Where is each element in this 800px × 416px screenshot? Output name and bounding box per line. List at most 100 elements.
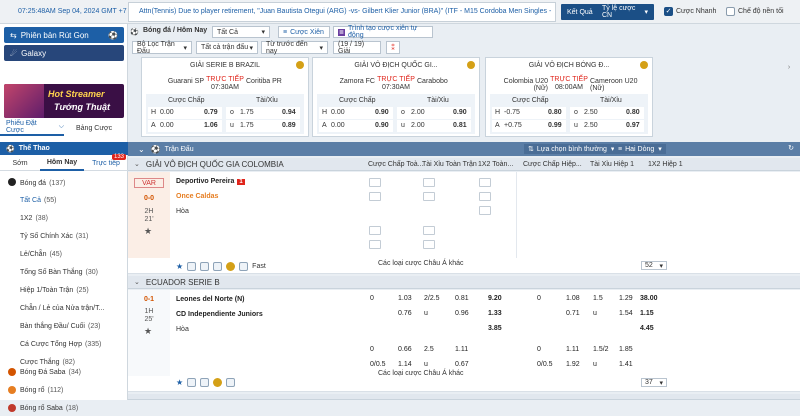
all-select[interactable]: Tất Cả ▾: [212, 26, 270, 38]
time-range-select[interactable]: Từ trước đến nay ▾: [261, 41, 328, 55]
favorite-filter-icon[interactable]: ⁑: [386, 41, 400, 54]
sport-item[interactable]: Bóng rổ Saba (18): [0, 400, 128, 416]
tv-icon[interactable]: [200, 378, 210, 387]
more-markets-link[interactable]: Các loại cược Châu Á khác: [378, 370, 464, 377]
announcement-marquee[interactable]: Attn(Tennis) Due to player retirement, "…: [128, 2, 556, 22]
odds-cell[interactable]: 1.11: [455, 346, 468, 353]
odds-cell[interactable]: u: [593, 310, 597, 317]
more-count-select[interactable]: 37 ▾: [641, 378, 667, 387]
odds-cell[interactable]: 2/2.5: [424, 295, 440, 302]
sport-item[interactable]: Bóng Đá Saba (34): [0, 364, 128, 380]
market-item[interactable]: Tất Cả (55): [0, 192, 128, 208]
odds-cell[interactable]: 1.92: [566, 361, 580, 368]
more-count-select[interactable]: 52 ▾: [641, 261, 667, 270]
tab-early[interactable]: Sớm: [0, 160, 40, 167]
fast-label[interactable]: Fast: [252, 263, 266, 270]
chevron-down-icon[interactable]: ⌄: [134, 278, 140, 286]
chevron-down-icon[interactable]: ⌄: [134, 160, 140, 168]
night-mode-checkbox[interactable]: [726, 7, 735, 16]
odds-cell[interactable]: 1.41: [619, 361, 633, 368]
auto-parlay-button[interactable]: ≣ Trình tạo cược xiên tự động: [333, 25, 433, 39]
market-item[interactable]: Lẻ/Chẵn (45): [0, 246, 128, 262]
market-item[interactable]: 1X2 (38): [0, 210, 128, 226]
stats-icon[interactable]: [187, 262, 197, 271]
featured-match-card[interactable]: GIẢI SERIE B BRAZIL Guarani SP TRỰC TIẾP…: [141, 57, 309, 137]
star-icon[interactable]: ★: [144, 326, 152, 337]
odds-cell[interactable]: 0: [370, 295, 374, 302]
odds-cell[interactable]: 0: [537, 346, 541, 353]
tab-bet-board[interactable]: Bảng Cược: [64, 120, 128, 136]
featured-match-card[interactable]: GIẢI VÔ ĐỊCH BÓNG Đ... Colombia U20 (Nữ)…: [485, 57, 653, 137]
market-item[interactable]: Bàn thắng Đầu/ Cuối (23): [0, 318, 128, 334]
odds-cell[interactable]: 1.29: [619, 295, 633, 302]
market-item[interactable]: Hiệp 1/Toàn Trận (25): [0, 282, 128, 298]
odds-cell[interactable]: 4.45: [640, 325, 654, 332]
odds-cell[interactable]: 3.85: [488, 325, 502, 332]
market-item[interactable]: Tổng Số Bàn Thắng (30): [0, 264, 128, 280]
odds-cell[interactable]: 38.00: [640, 295, 658, 302]
odds-cell[interactable]: 9.20: [488, 295, 502, 302]
quick-bet-checkbox[interactable]: ✓: [664, 7, 673, 16]
league-header-colombia[interactable]: ⌄ GIẢI VÔ ĐỊCH QUỐC GIA COLOMBIA Cược Ch…: [128, 158, 800, 171]
promo-banner[interactable]: Hot Streamer Tướng Thuật: [4, 84, 124, 118]
odds-cell[interactable]: 1.5/2: [593, 346, 609, 353]
market-item[interactable]: Chẵn / Lẻ của Nửa trận/T...: [0, 300, 128, 316]
odds-cell[interactable]: 2.5: [424, 346, 434, 353]
odds-cell[interactable]: u: [424, 310, 428, 317]
odds-cell[interactable]: 0/0.5: [537, 361, 553, 368]
odds-cell[interactable]: 1.03: [398, 295, 412, 302]
odds-type-select[interactable]: Tỷ lệ cược CN ▾: [596, 4, 654, 20]
odds-cell[interactable]: u: [424, 361, 428, 368]
galaxy-banner[interactable]: ☄ Galaxy: [4, 45, 124, 61]
lightning-icon[interactable]: [226, 378, 236, 387]
odds-cell[interactable]: 0.67: [455, 361, 469, 368]
odds-cell[interactable]: 0/0.5: [370, 361, 386, 368]
league-count[interactable]: (19 / 19) Giải: [333, 41, 381, 55]
chevron-right-icon[interactable]: ›: [784, 62, 794, 72]
coin-icon[interactable]: [226, 262, 236, 271]
market-item[interactable]: Cá Cược Tổng Hợp (335): [0, 336, 128, 352]
odds-cell[interactable]: 1.15: [640, 310, 654, 317]
more-markets-link[interactable]: Các loại cược Châu Á khác: [378, 260, 464, 267]
odds-cell[interactable]: 0: [370, 346, 374, 353]
market-item[interactable]: Tỷ Số Chính Xác (31): [0, 228, 128, 244]
chart-icon[interactable]: [213, 262, 223, 271]
star-icon[interactable]: ★: [144, 226, 152, 237]
sport-football[interactable]: Bóng đá (137): [0, 175, 128, 191]
odds-cell[interactable]: 0.66: [398, 346, 412, 353]
odds-cell[interactable]: 0.76: [398, 310, 412, 317]
odds-cell[interactable]: u: [593, 361, 597, 368]
odds-cell[interactable]: 1.54: [619, 310, 633, 317]
odds-cell[interactable]: 0.81: [455, 295, 469, 302]
star-icon[interactable]: ★: [176, 262, 183, 271]
match-filter-select[interactable]: Bộ Lọc Trận Đấu ▾: [132, 41, 192, 55]
all-matches-select[interactable]: Tất cả trận đấu ▾: [196, 41, 258, 54]
lines-select[interactable]: ≡ Hai Dòng ▾: [614, 144, 666, 154]
parlay-button[interactable]: ≡ Cược Xiên: [278, 26, 330, 38]
result-button[interactable]: Kết Quả: [561, 4, 599, 20]
refresh-icon[interactable]: ↻: [788, 144, 794, 152]
odds-cell[interactable]: 0.96: [455, 310, 469, 317]
star-icon[interactable]: ★: [176, 378, 183, 387]
odds-cell[interactable]: 0.71: [566, 310, 580, 317]
odds-cell[interactable]: 1.14: [398, 361, 412, 368]
odds-cell[interactable]: 1.85: [619, 346, 633, 353]
sort-select[interactable]: ⇅ Lựa chọn bình thường ▾: [524, 144, 619, 154]
tab-live[interactable]: Trực tiếp 133: [84, 154, 128, 167]
odds-cell[interactable]: 1.33: [488, 310, 502, 317]
sport-item[interactable]: Bóng rổ (112): [0, 382, 128, 398]
tv-icon[interactable]: [200, 262, 210, 271]
coin-icon[interactable]: [213, 378, 223, 387]
league-header-ecuador[interactable]: ⌄ ECUADOR SERIE B: [128, 276, 800, 289]
odds-cell[interactable]: 1.5: [593, 295, 603, 302]
chevron-down-icon[interactable]: ⌄: [138, 145, 145, 154]
lightning-icon[interactable]: [239, 262, 249, 271]
tab-bet-slip[interactable]: Phiếu Đặt Cược ⌵: [0, 120, 64, 136]
odds-cell[interactable]: 1.08: [566, 295, 580, 302]
compact-version-banner[interactable]: ⇆ Phiên bản Rút Gọn ⚽: [4, 27, 124, 43]
odds-cell[interactable]: 0: [537, 295, 541, 302]
stats-icon[interactable]: [187, 378, 197, 387]
odds-cell[interactable]: 1.11: [566, 346, 579, 353]
featured-match-card[interactable]: GIẢI VÔ ĐỊCH QUỐC GI... Zamora FC TRỰC T…: [312, 57, 480, 137]
tab-today[interactable]: Hôm Nay: [40, 157, 84, 171]
